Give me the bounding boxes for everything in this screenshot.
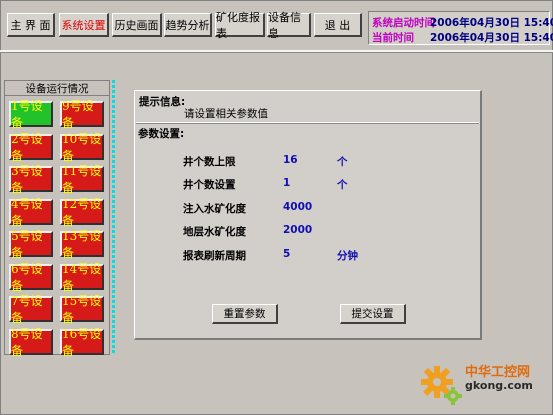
param-row-injection-salinity: 注入水矿化度 4000 bbox=[135, 201, 475, 217]
tip-label: 提示信息: bbox=[139, 96, 186, 108]
param-name: 井个数设置 bbox=[183, 179, 236, 191]
nav-salinity-report-button[interactable]: 矿化度报表 bbox=[215, 11, 265, 40]
params-label: 参数设置: bbox=[138, 128, 185, 140]
device-button-10[interactable]: 13号设备 bbox=[60, 229, 104, 260]
param-row-well-max: 井个数上限 16 个 bbox=[135, 154, 475, 170]
nav-exit-button[interactable]: 退 出 bbox=[314, 13, 362, 37]
current-time-label: 当前时间 bbox=[372, 32, 414, 44]
device-button-1[interactable]: 1号设备 bbox=[9, 99, 53, 130]
device-button-8[interactable]: 12号设备 bbox=[60, 197, 104, 228]
device-button-14[interactable]: 15号设备 bbox=[60, 294, 104, 325]
device-button-15[interactable]: 8号设备 bbox=[9, 327, 53, 358]
device-button-11[interactable]: 6号设备 bbox=[9, 262, 53, 293]
start-time-label: 系统启动时间 bbox=[372, 17, 435, 29]
device-button-9[interactable]: 5号设备 bbox=[9, 229, 53, 260]
device-button-5[interactable]: 3号设备 bbox=[9, 164, 53, 195]
nav-system-settings-button[interactable]: 系统设置 bbox=[59, 13, 109, 37]
param-name: 井个数上限 bbox=[183, 156, 236, 168]
watermark-url: gkong.com bbox=[465, 379, 533, 392]
device-button-13[interactable]: 7号设备 bbox=[9, 294, 53, 325]
param-name: 报表刷新周期 bbox=[183, 250, 246, 262]
device-status-panel: 设备运行情况 1号设备 9号设备 2号设备 10号设备 3号设备 11号设备 4号设备 12号… bbox=[4, 80, 110, 358]
device-button-6[interactable]: 11号设备 bbox=[60, 164, 104, 195]
param-name: 地层水矿化度 bbox=[183, 226, 246, 238]
device-status-title: 设备运行情况 bbox=[5, 81, 109, 96]
watermark-title: 中华工控网 bbox=[465, 365, 531, 380]
time-display: 系统启动时间 2006年04月30日 15:40:46 当前时间 2006年04… bbox=[368, 11, 553, 45]
param-row-formation-salinity: 地层水矿化度 2000 bbox=[135, 224, 475, 240]
nav-history-button[interactable]: 历史画面 bbox=[112, 13, 162, 37]
device-button-2[interactable]: 9号设备 bbox=[60, 99, 104, 130]
gear-icon bbox=[421, 366, 462, 405]
panel-divider-line bbox=[112, 80, 115, 355]
nav-device-info-button[interactable]: 设备信息 bbox=[267, 11, 311, 40]
param-value-input[interactable]: 4000 bbox=[283, 201, 312, 213]
tip-box: 提示信息: 请设置相关参数值 bbox=[136, 92, 479, 123]
param-value-input[interactable]: 2000 bbox=[283, 224, 312, 236]
device-button-7[interactable]: 4号设备 bbox=[9, 197, 53, 228]
tip-text: 请设置相关参数值 bbox=[184, 108, 268, 120]
header-divider bbox=[0, 50, 553, 53]
top-toolbar: 主 界 面 系统设置 历史画面 趋势分析 矿化度报表 设备信息 退 出 系统启动… bbox=[3, 3, 553, 45]
watermark: 中华工控网 gkong.com bbox=[415, 355, 553, 415]
param-row-well-count: 井个数设置 1 个 bbox=[135, 177, 475, 193]
submit-settings-button[interactable]: 提交设置 bbox=[340, 304, 406, 324]
param-value-input[interactable]: 16 bbox=[283, 154, 298, 166]
param-row-report-refresh: 报表刷新周期 5 分钟 bbox=[135, 248, 475, 264]
device-button-16[interactable]: 16号设备 bbox=[60, 327, 104, 358]
current-time-row: 当前时间 2006年04月30日 15:40:54 bbox=[372, 30, 553, 45]
settings-panel: 提示信息: 请设置相关参数值 参数设置: 井个数上限 16 个 井个数设置 1 … bbox=[134, 90, 482, 340]
param-unit: 个 bbox=[337, 156, 348, 168]
device-button-3[interactable]: 2号设备 bbox=[9, 132, 53, 163]
device-button-4[interactable]: 10号设备 bbox=[60, 132, 104, 163]
start-time-value: 2006年04月30日 15:40:46 bbox=[430, 17, 553, 29]
device-button-12[interactable]: 14号设备 bbox=[60, 262, 104, 293]
param-unit: 分钟 bbox=[337, 250, 358, 262]
param-unit: 个 bbox=[337, 179, 348, 191]
start-time-row: 系统启动时间 2006年04月30日 15:40:46 bbox=[372, 15, 553, 30]
param-name: 注入水矿化度 bbox=[183, 203, 246, 215]
param-value-input[interactable]: 1 bbox=[283, 177, 290, 189]
nav-main-button[interactable]: 主 界 面 bbox=[7, 13, 55, 37]
reset-params-button[interactable]: 重置参数 bbox=[212, 304, 278, 324]
nav-trend-analysis-button[interactable]: 趋势分析 bbox=[164, 13, 212, 37]
param-value-input[interactable]: 5 bbox=[283, 248, 290, 260]
current-time-value: 2006年04月30日 15:40:54 bbox=[430, 32, 553, 44]
